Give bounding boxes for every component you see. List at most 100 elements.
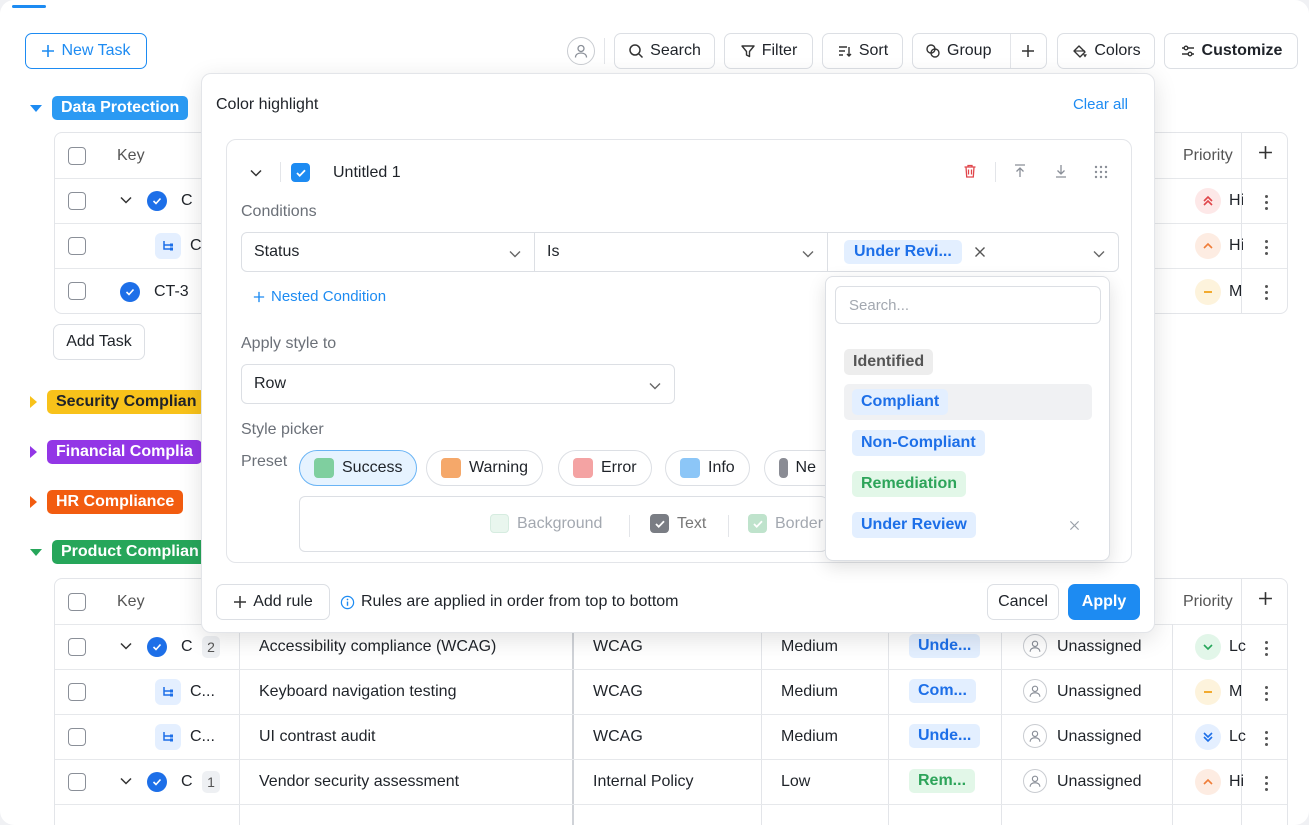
move-to-bottom-icon[interactable] — [1053, 163, 1069, 184]
expand-caret-icon[interactable] — [30, 446, 37, 458]
status-badge[interactable]: Rem... — [909, 769, 976, 793]
rule-name[interactable]: Untitled 1 — [333, 164, 401, 182]
row-checkbox[interactable] — [68, 638, 86, 661]
apply-button[interactable]: Apply — [1068, 584, 1140, 620]
select-all-checkbox[interactable] — [68, 593, 86, 616]
target-background[interactable]: Background — [490, 514, 602, 533]
row-checkbox[interactable] — [68, 773, 86, 796]
row-checkbox[interactable] — [68, 192, 86, 215]
move-to-top-icon[interactable] — [1012, 163, 1028, 184]
option-identified[interactable]: Identified — [844, 342, 934, 382]
row-menu-icon[interactable] — [1265, 285, 1269, 300]
priority-label: M — [1229, 683, 1243, 700]
group-tag: Data Protection — [52, 96, 189, 120]
row-menu-icon[interactable] — [1265, 195, 1269, 210]
select-all-checkbox[interactable] — [68, 147, 86, 170]
apply-style-value: Row — [254, 375, 287, 392]
group-header-product[interactable]: Product Complian — [30, 540, 208, 564]
task-key[interactable]: C... — [190, 728, 215, 746]
add-task-button[interactable]: Add Task — [53, 324, 145, 360]
preset-info[interactable]: Info — [665, 450, 750, 486]
user-filter-avatar[interactable] — [567, 37, 595, 65]
condition-operator-select[interactable]: Is — [534, 232, 828, 272]
group-header-hr[interactable]: HR Compliance — [30, 490, 184, 514]
add-group-button[interactable] — [1017, 41, 1039, 61]
nested-condition-button[interactable]: Nested Condition — [253, 288, 386, 305]
expand-row-chevron-icon[interactable] — [119, 193, 133, 212]
task-key[interactable]: C — [190, 237, 202, 255]
expand-row-chevron-icon[interactable] — [119, 639, 133, 658]
task-severity: Medium — [781, 728, 838, 745]
row-checkbox[interactable] — [68, 237, 86, 260]
task-title[interactable]: Keyboard navigation testing — [259, 683, 456, 701]
colors-button[interactable]: Colors — [1057, 33, 1155, 69]
collapse-rule-chevron-icon[interactable] — [249, 166, 263, 185]
row-menu-icon[interactable] — [1265, 731, 1269, 746]
row-checkbox[interactable] — [68, 282, 86, 305]
collapse-caret-icon[interactable] — [30, 104, 42, 112]
filter-button[interactable]: Filter — [724, 33, 813, 69]
row-menu-icon[interactable] — [1265, 776, 1269, 791]
search-placeholder: Search... — [849, 296, 910, 314]
status-badge[interactable]: Unde... — [909, 724, 981, 748]
preset-warning[interactable]: Warning — [426, 450, 543, 486]
row-menu-icon[interactable] — [1265, 641, 1269, 656]
condition-value-select[interactable]: Under Revi... — [827, 232, 1119, 272]
search-button[interactable]: Search — [614, 33, 715, 69]
option-under-review[interactable]: Under Review — [844, 505, 976, 545]
row-menu-icon[interactable] — [1265, 240, 1269, 255]
task-title[interactable]: UI contrast audit — [259, 728, 376, 746]
row-checkbox[interactable] — [68, 683, 86, 706]
group-header-financial[interactable]: Financial Complia — [30, 440, 202, 464]
app-window: New Task Search Filter Sort Group Colors… — [0, 0, 1309, 825]
option-non-compliant[interactable]: Non-Compliant — [844, 423, 985, 463]
status-badge[interactable]: Unde... — [909, 634, 981, 658]
expand-caret-icon[interactable] — [30, 396, 37, 408]
task-severity: Medium — [781, 683, 838, 700]
task-title[interactable]: Accessibility compliance (WCAG) — [259, 638, 496, 656]
preset-label-text: Success — [342, 459, 403, 476]
apply-style-select[interactable]: Row — [241, 364, 675, 404]
remove-tag-close-icon[interactable] — [974, 246, 986, 258]
preset-success[interactable]: Success — [299, 450, 418, 486]
add-column-button[interactable] — [1258, 591, 1273, 611]
option-remediation[interactable]: Remediation — [844, 464, 967, 504]
target-border[interactable]: Border — [748, 514, 823, 533]
target-text[interactable]: Text — [650, 514, 706, 533]
condition-field-select[interactable]: Status — [241, 232, 535, 272]
expand-row-chevron-icon[interactable] — [119, 774, 133, 793]
chevron-down-icon — [802, 251, 814, 258]
clear-all-link[interactable]: Clear all — [1073, 96, 1128, 113]
group-header-data-protection[interactable]: Data Protection — [30, 96, 189, 120]
cancel-button[interactable]: Cancel — [987, 584, 1059, 620]
preset-neutral[interactable]: Ne — [764, 450, 830, 486]
status-badge[interactable]: Com... — [909, 679, 976, 703]
add-column-button[interactable] — [1258, 145, 1273, 165]
option-compliant[interactable]: Compliant — [844, 382, 949, 422]
conditions-label: Conditions — [241, 203, 317, 220]
row-menu-icon[interactable] — [1265, 686, 1269, 701]
preset-label-text: Error — [601, 459, 637, 476]
info-icon — [340, 595, 355, 609]
rule-enabled-checkbox[interactable] — [291, 163, 310, 182]
delete-rule-trash-icon[interactable] — [962, 163, 978, 184]
new-task-button[interactable]: New Task — [25, 33, 147, 69]
subtask-icon — [155, 233, 181, 259]
collapse-caret-icon[interactable] — [30, 548, 42, 556]
customize-button[interactable]: Customize — [1164, 33, 1298, 69]
drag-handle-icon[interactable] — [1094, 165, 1108, 184]
preset-error[interactable]: Error — [558, 450, 652, 486]
row-checkbox[interactable] — [68, 728, 86, 751]
expand-caret-icon[interactable] — [30, 496, 37, 508]
deselect-close-icon[interactable] — [1069, 520, 1080, 531]
task-key[interactable]: C — [181, 192, 193, 210]
task-key[interactable]: CT-3 — [154, 283, 189, 301]
add-rule-button[interactable]: Add rule — [216, 584, 330, 620]
task-title[interactable]: Vendor security assessment — [259, 773, 459, 791]
dropdown-search-input[interactable]: Search... — [835, 286, 1101, 324]
task-key[interactable]: C — [181, 638, 193, 656]
group-header-security[interactable]: Security Complian — [30, 390, 206, 414]
sort-button[interactable]: Sort — [822, 33, 903, 69]
task-key[interactable]: C — [181, 773, 193, 791]
task-key[interactable]: C... — [190, 683, 215, 701]
